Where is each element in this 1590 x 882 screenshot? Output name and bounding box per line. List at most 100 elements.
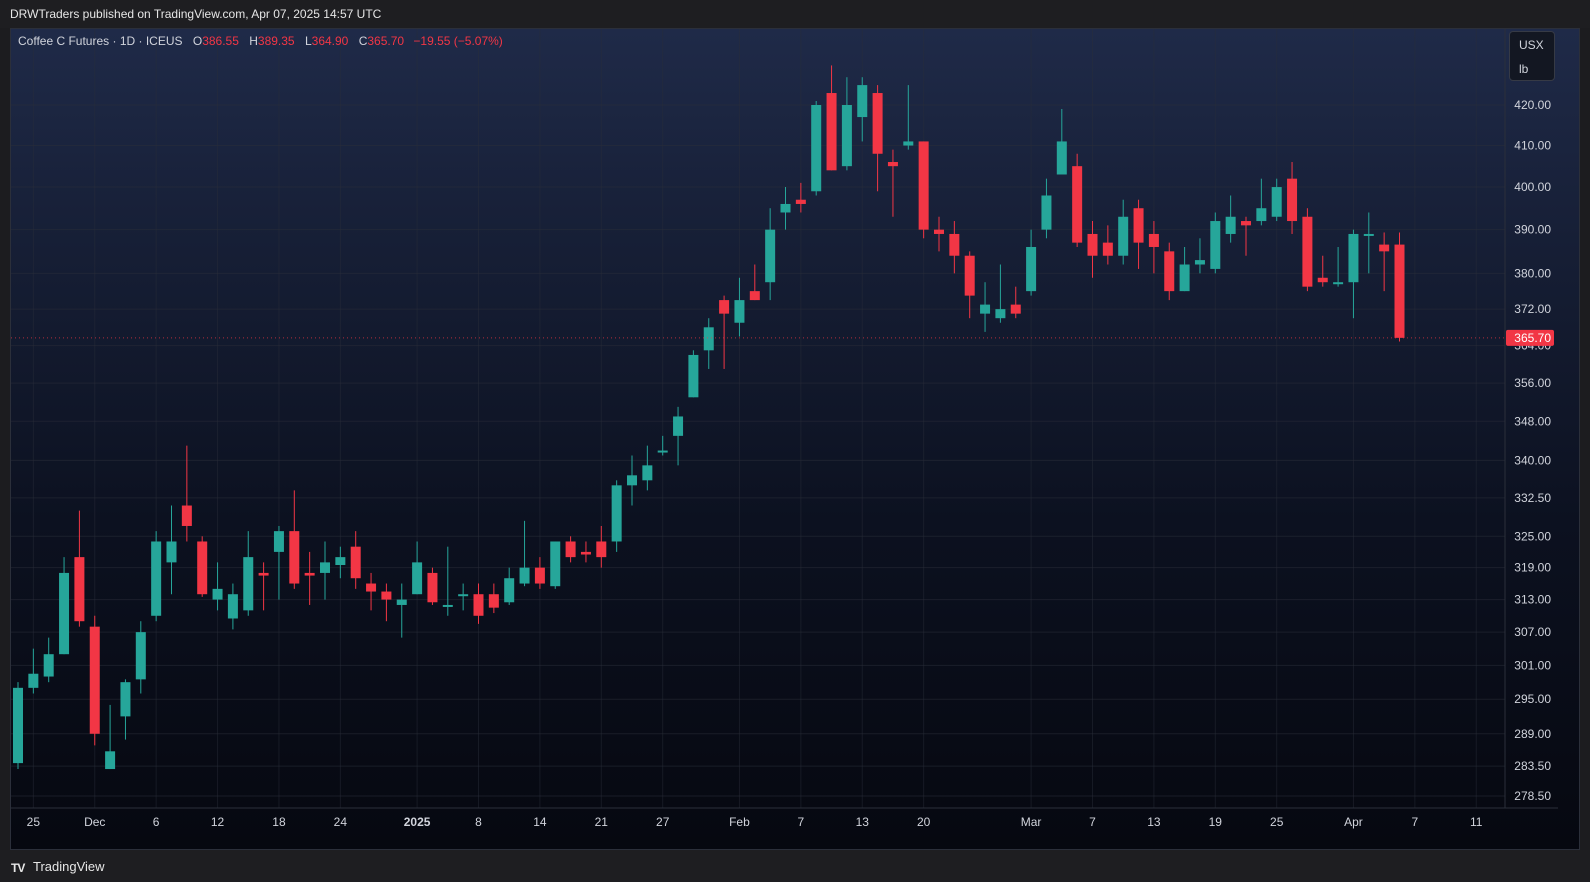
candle-body [151, 541, 162, 616]
candle-body [964, 255, 975, 296]
candle [412, 541, 423, 595]
candle-body [304, 572, 315, 576]
candle [427, 567, 438, 605]
candle [1333, 246, 1344, 287]
candle [1379, 232, 1390, 292]
candle [1317, 255, 1328, 287]
candle [841, 77, 852, 171]
candle-body [243, 557, 254, 611]
time-axis[interactable]: 25 Dec 6 12 18 24 2025 8 14 21 27 Feb 7 13 20 Mar 7 13 19 2… [11, 807, 1558, 829]
candle-body [642, 465, 653, 481]
y-tick-label: 380.00 [1514, 266, 1551, 280]
candle [488, 583, 499, 614]
footer-brand[interactable]: TradingView [33, 859, 105, 874]
candle-body [627, 475, 637, 486]
x-tick-label: Dec [84, 815, 105, 829]
unit-selector[interactable]: USX lb [1509, 31, 1555, 81]
candle [749, 264, 760, 301]
candle [1133, 199, 1144, 269]
unit-label[interactable]: lb [1519, 62, 1528, 76]
x-tick-label: 13 [856, 815, 870, 829]
y-tick-label: 307.00 [1514, 625, 1551, 639]
candle [1194, 238, 1205, 274]
candle-body [458, 594, 469, 597]
candle-body [504, 578, 515, 603]
candle [596, 525, 607, 568]
candle [657, 435, 668, 456]
candle-body [135, 632, 146, 680]
change-value: −19.55 (−5.07%) [413, 34, 503, 48]
candle [258, 562, 269, 611]
candle [212, 562, 223, 611]
candle-body [949, 233, 960, 256]
x-tick-label: 20 [917, 815, 931, 829]
candle [949, 221, 960, 274]
close-value: 365.70 [367, 34, 405, 48]
candle-body [580, 551, 591, 555]
candle [534, 557, 545, 589]
y-tick-label: 420.00 [1514, 98, 1551, 112]
symbol-title[interactable]: Coffee C Futures · 1D · ICEUS [18, 34, 183, 48]
candle [1041, 178, 1052, 239]
candle [366, 572, 377, 611]
candle [273, 525, 284, 600]
candle [243, 531, 254, 616]
candle [1287, 162, 1298, 234]
candle [105, 704, 116, 770]
candle-body [166, 541, 177, 563]
candle-body [826, 93, 837, 171]
y-tick-label: 319.00 [1514, 561, 1551, 575]
candle-body [1225, 216, 1236, 234]
low-label: L [304, 34, 312, 48]
x-tick-label: 7 [1089, 815, 1096, 829]
candle [197, 536, 208, 597]
x-tick-label: Mar [1021, 815, 1042, 829]
candle-body [596, 541, 607, 558]
candle [1148, 221, 1159, 274]
candle [504, 567, 515, 605]
candle [1271, 178, 1282, 222]
candle [166, 505, 177, 595]
candle-body [995, 309, 1006, 319]
open-label: O [192, 34, 203, 48]
candle-body [1010, 304, 1021, 314]
candle-body [181, 505, 192, 526]
candle [381, 583, 392, 622]
candle [611, 480, 622, 552]
candle [13, 682, 23, 770]
candle-body [1363, 233, 1374, 236]
candle [320, 541, 330, 600]
x-tick-label: 27 [656, 815, 670, 829]
candle [1056, 109, 1067, 175]
candle-body [320, 562, 330, 573]
y-tick-label: 332.50 [1514, 491, 1551, 505]
candle [335, 546, 346, 579]
currency-label[interactable]: USX [1519, 38, 1544, 52]
candle [980, 282, 991, 332]
candle-body [335, 557, 346, 566]
price-axis[interactable]: 278.50 283.50 289.00 295.00 301.00 307.00 313.… [1504, 29, 1551, 808]
x-tick-label: 7 [798, 815, 805, 829]
candle-body [1102, 242, 1113, 256]
x-tick-label: 7 [1412, 815, 1419, 829]
candle-body [1333, 282, 1344, 285]
candle-body [442, 604, 453, 607]
candle [642, 445, 653, 491]
candle-body [120, 682, 131, 717]
candlestick-chart[interactable]: 278.50 283.50 289.00 295.00 301.00 307.00 313.… [0, 0, 1590, 882]
candle-body [1164, 251, 1175, 292]
candle-body [59, 572, 70, 655]
candle-body [1041, 195, 1052, 230]
x-tick-label: 8 [475, 815, 482, 829]
candle-body [1302, 216, 1313, 287]
candle-body [396, 599, 407, 605]
candle-body [427, 572, 438, 603]
tradingview-logo-icon[interactable]: TV [11, 861, 25, 875]
candle [1010, 286, 1021, 319]
candle-body [289, 531, 300, 584]
candle-body [1241, 221, 1251, 226]
candle-body [1210, 221, 1221, 269]
y-tick-label: 301.00 [1514, 658, 1551, 672]
candle-body [258, 572, 269, 576]
candle [442, 546, 453, 616]
